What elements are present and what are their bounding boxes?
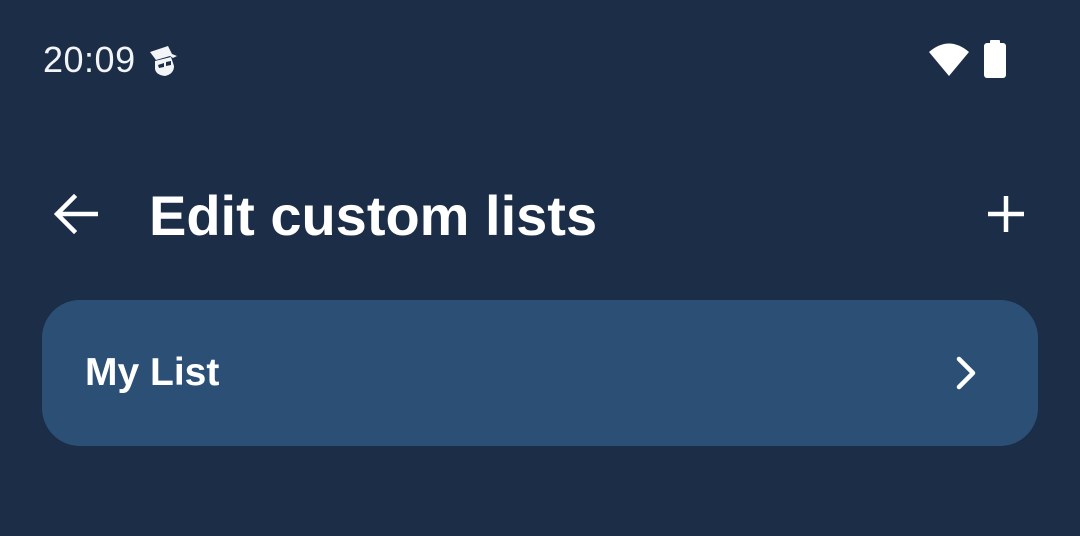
- battery-icon: [983, 40, 1007, 78]
- wifi-icon: [928, 41, 970, 77]
- app-bar: Edit custom lists: [0, 160, 1080, 272]
- status-time: 20:09: [43, 39, 136, 80]
- incognito-icon: [146, 44, 180, 78]
- back-button[interactable]: [42, 182, 110, 250]
- list-item-label: My List: [85, 351, 220, 394]
- chevron-right-icon: [948, 355, 984, 391]
- status-bar: 20:09: [0, 0, 1080, 120]
- plus-icon: [987, 195, 1025, 238]
- add-list-button[interactable]: [972, 182, 1040, 250]
- arrow-back-icon: [53, 193, 99, 239]
- page-title: Edit custom lists: [149, 184, 598, 247]
- custom-list-item[interactable]: My List: [42, 300, 1038, 446]
